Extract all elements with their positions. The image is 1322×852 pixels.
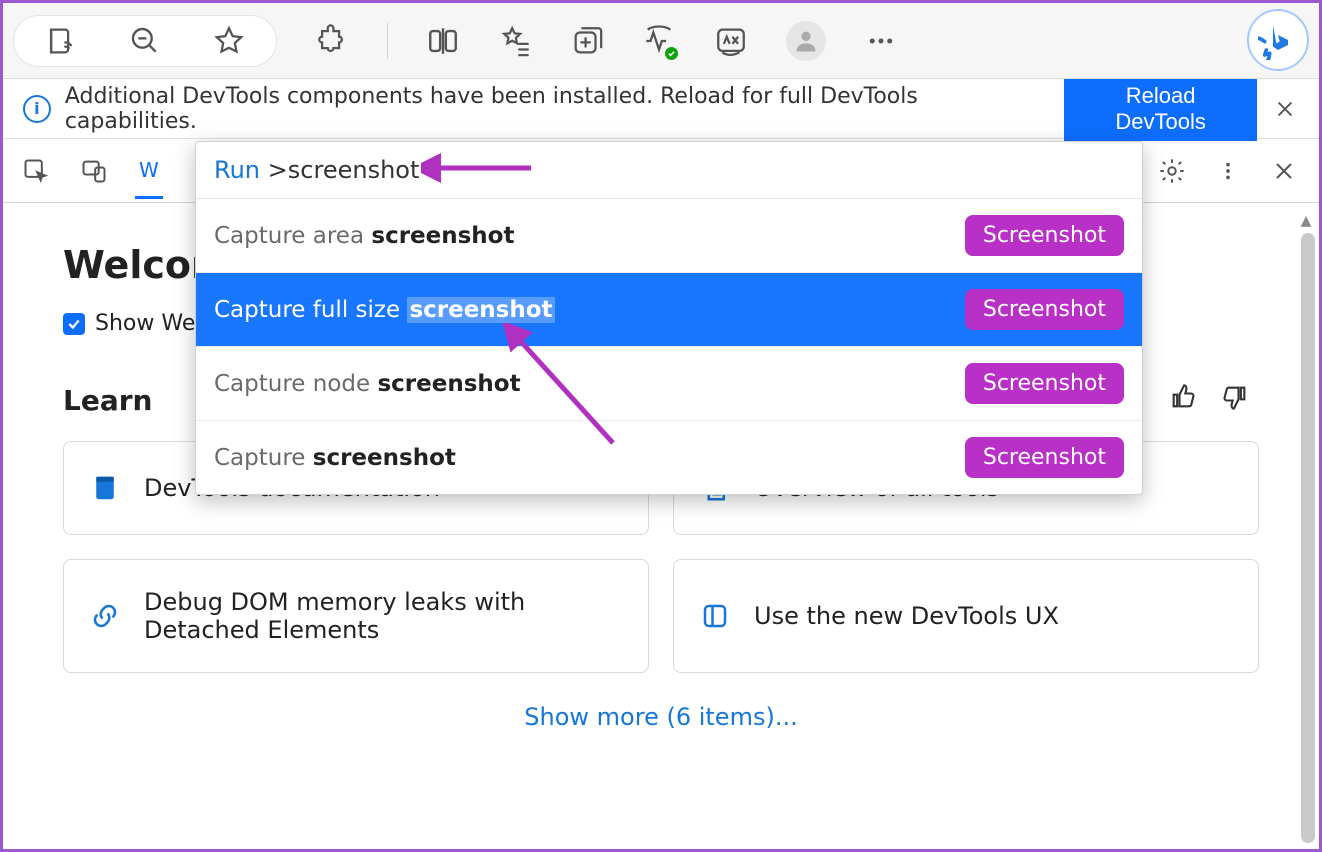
scroll-up-arrow-icon[interactable]: ▲ — [1297, 213, 1315, 229]
command-query-text: >screenshot — [268, 156, 420, 184]
collections-icon[interactable] — [570, 24, 604, 58]
show-more-link[interactable]: Show more (6 items)... — [63, 703, 1259, 731]
settings-gear-icon[interactable] — [1155, 154, 1189, 188]
thumbs-down-icon[interactable] — [1221, 383, 1249, 415]
devtools-info-banner: i Additional DevTools components have be… — [3, 79, 1319, 139]
banner-text: Additional DevTools components have been… — [65, 84, 1050, 134]
scrollbar-thumb[interactable] — [1301, 233, 1315, 843]
category-badge: Screenshot — [965, 215, 1124, 256]
device-emulation-icon[interactable] — [77, 154, 111, 188]
card-debug-dom[interactable]: Debug DOM memory leaks with Detached Ele… — [63, 559, 649, 673]
reload-devtools-button[interactable]: Reload DevTools — [1064, 77, 1257, 141]
feedback-controls — [1169, 383, 1249, 415]
split-screen-icon[interactable] — [426, 24, 460, 58]
card-label: Debug DOM memory leaks with Detached Ele… — [144, 588, 622, 644]
thumbs-up-icon[interactable] — [1169, 383, 1197, 415]
command-run-label: Run — [214, 156, 260, 184]
card-label: Use the new DevTools UX — [754, 602, 1059, 630]
command-input-row[interactable]: Run >screenshot — [196, 142, 1142, 199]
info-icon: i — [23, 95, 51, 123]
favorites-list-icon[interactable] — [498, 24, 532, 58]
devtools-close-icon[interactable] — [1267, 154, 1301, 188]
more-menu-icon[interactable] — [864, 24, 898, 58]
inspect-element-icon[interactable] — [19, 154, 53, 188]
math-solver-icon[interactable] — [714, 24, 748, 58]
toolbar-separator — [387, 23, 388, 59]
browser-toolbar — [3, 3, 1319, 79]
command-item-area[interactable]: Capture area screenshot Screenshot — [196, 199, 1142, 273]
performance-icon[interactable] — [642, 24, 676, 58]
command-item-node[interactable]: Capture node screenshot Screenshot — [196, 347, 1142, 421]
extensions-icon[interactable] — [315, 24, 349, 58]
command-menu: Run >screenshot Capture area screenshot … — [195, 141, 1143, 495]
toolbar-pill-group — [13, 15, 277, 67]
show-welcome-checkbox[interactable] — [63, 313, 85, 335]
favorite-star-icon[interactable] — [212, 24, 246, 58]
panel-icon — [700, 601, 730, 631]
vertical-scrollbar[interactable]: ▲ — [1297, 213, 1315, 843]
show-welcome-label: Show Wel — [95, 311, 201, 336]
read-aloud-icon[interactable] — [44, 24, 78, 58]
bing-chat-icon[interactable] — [1247, 9, 1309, 71]
profile-avatar[interactable] — [786, 21, 826, 61]
tab-welcome[interactable]: W — [135, 142, 163, 199]
command-item-fullsize[interactable]: Capture full size screenshot Screenshot — [196, 273, 1142, 347]
devtools-more-icon[interactable] — [1211, 154, 1245, 188]
banner-close-icon[interactable] — [1271, 95, 1299, 123]
category-badge: Screenshot — [965, 363, 1124, 404]
card-new-ux[interactable]: Use the new DevTools UX — [673, 559, 1259, 673]
link-icon — [90, 601, 120, 631]
category-badge: Screenshot — [965, 289, 1124, 330]
category-badge: Screenshot — [965, 437, 1124, 478]
book-icon — [90, 473, 120, 503]
command-item-capture[interactable]: Capture screenshot Screenshot — [196, 421, 1142, 494]
zoom-out-icon[interactable] — [128, 24, 162, 58]
